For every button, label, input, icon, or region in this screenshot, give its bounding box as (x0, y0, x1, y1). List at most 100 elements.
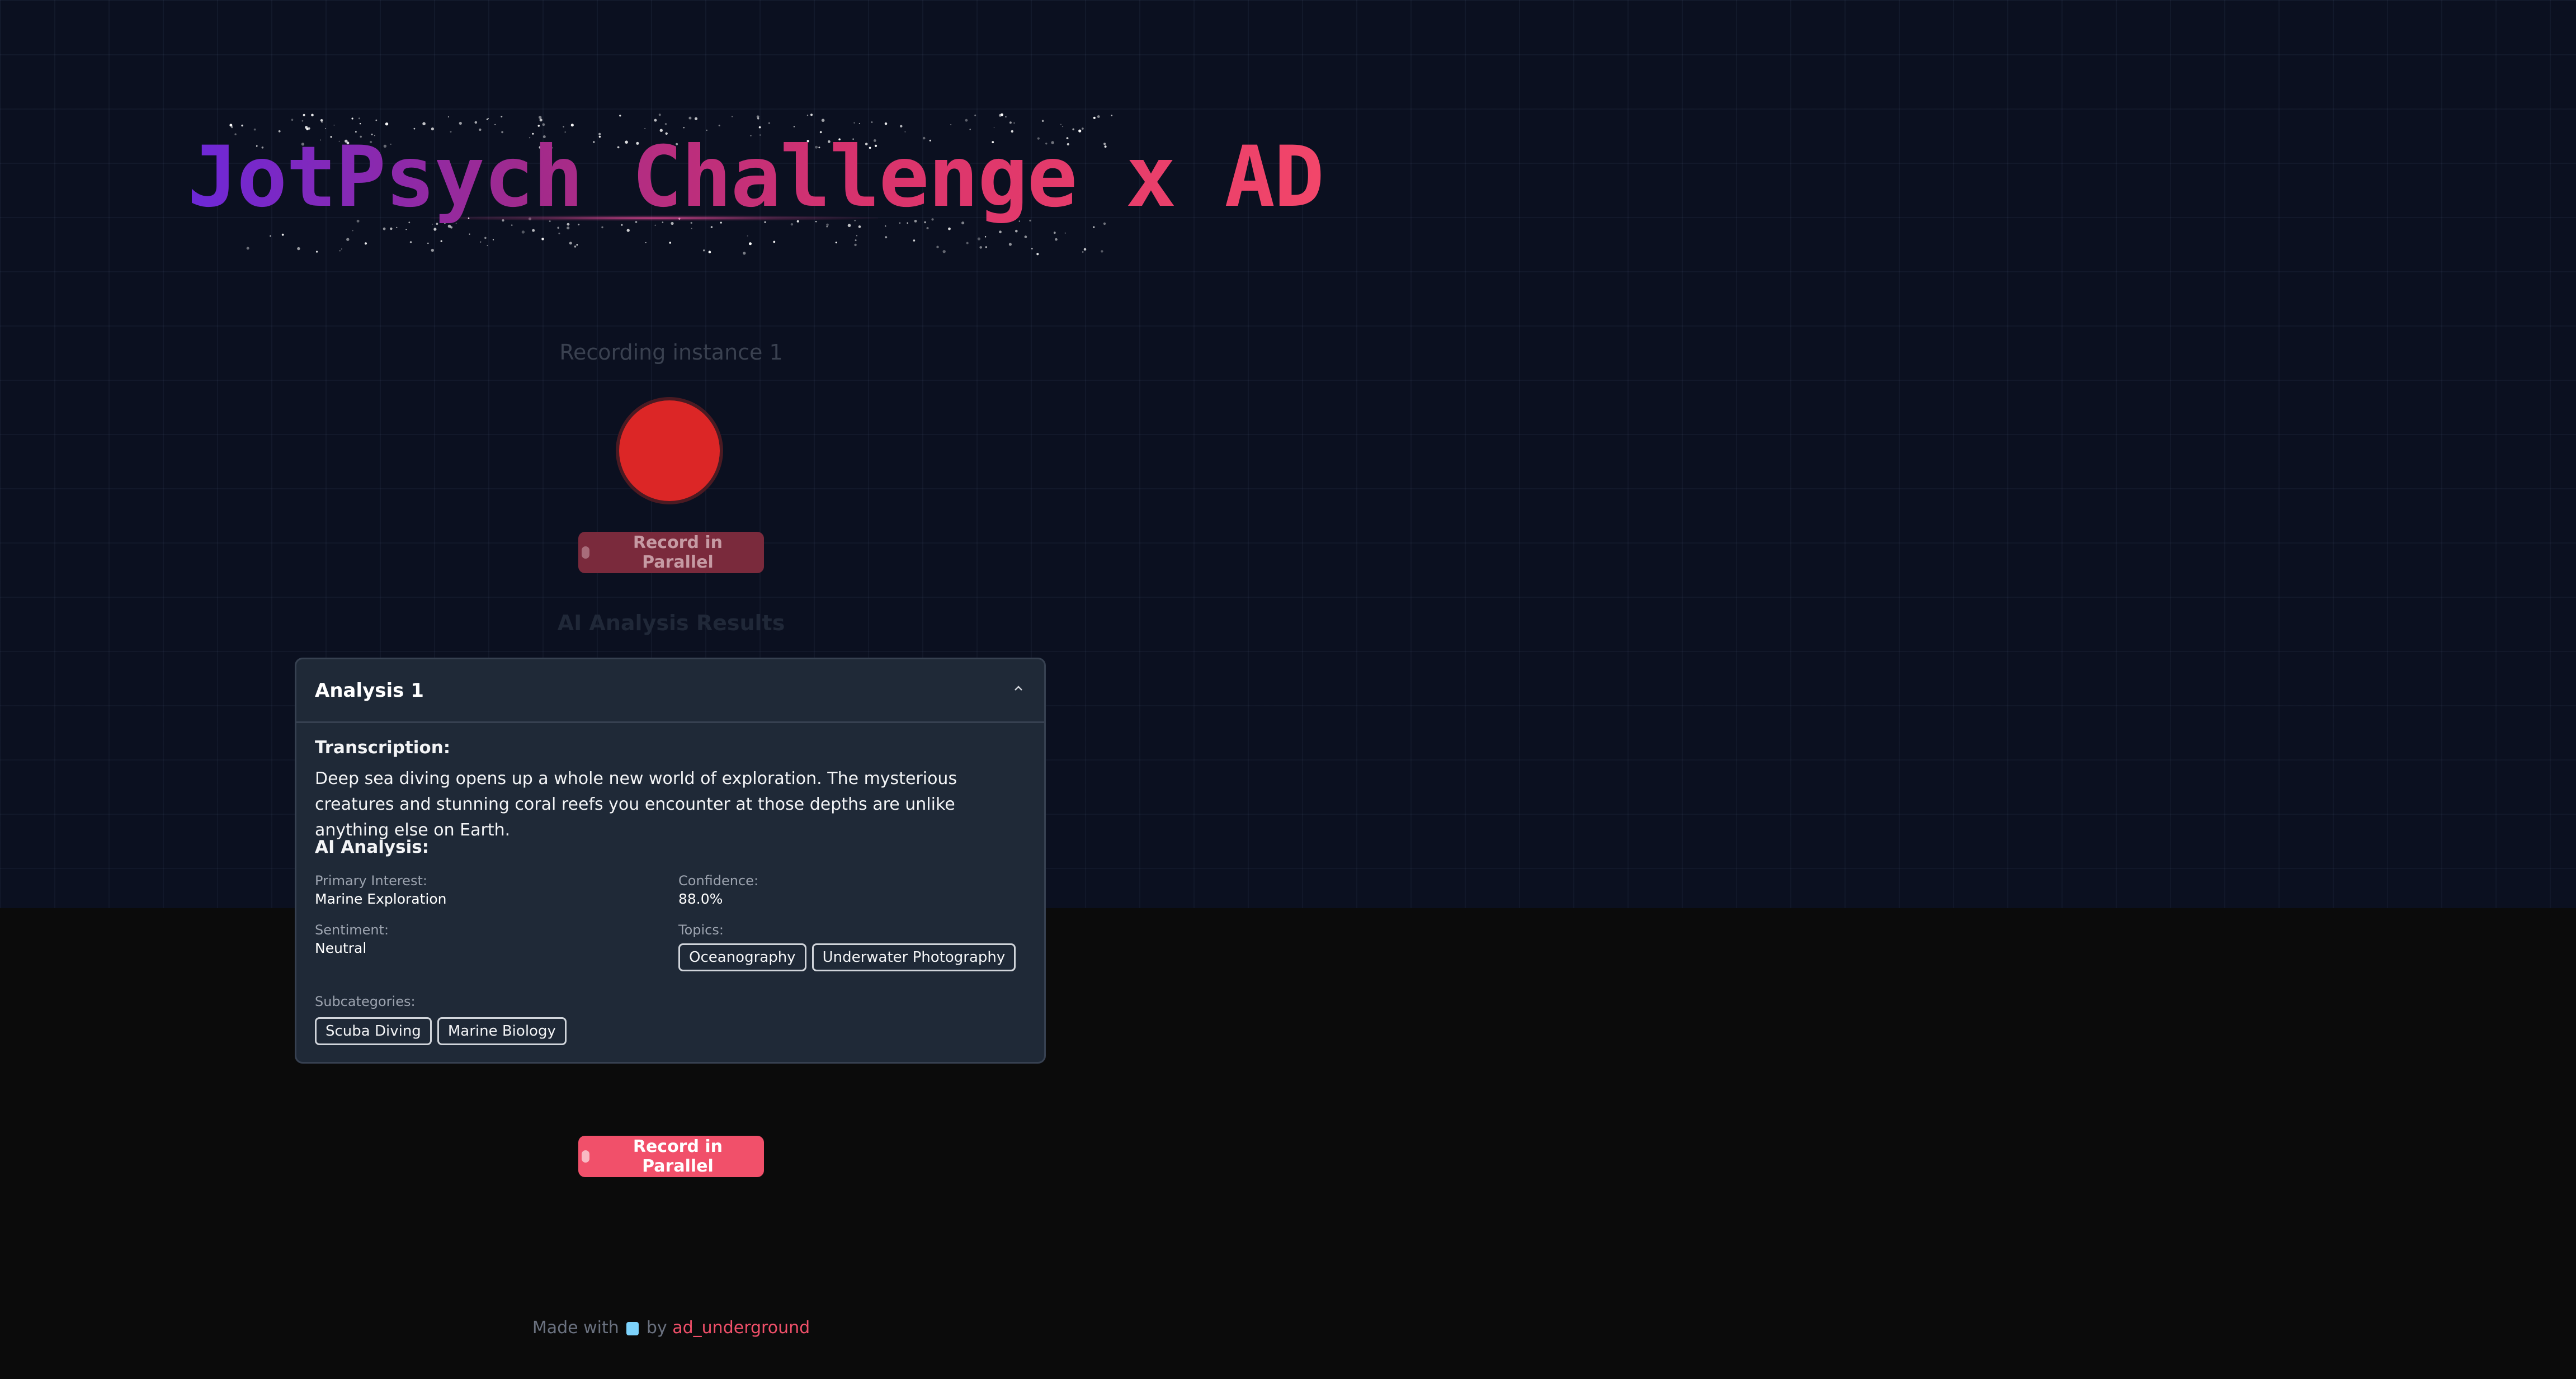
sparkle (669, 242, 671, 244)
sparkle (835, 242, 837, 244)
sparkle (270, 235, 271, 237)
sparkle (291, 119, 294, 121)
sparkle (984, 236, 987, 238)
results-heading: AI Analysis Results (557, 611, 785, 635)
sparkle (710, 226, 713, 228)
sparkle (856, 235, 857, 237)
page-title: JotPsych Challenge x AD (187, 129, 1324, 226)
sparkle (396, 226, 398, 228)
sparkle (385, 122, 389, 126)
sparkle (885, 236, 888, 239)
sparkle (576, 244, 578, 246)
record-circle-button[interactable] (619, 400, 720, 501)
sentiment-label: Sentiment: (315, 922, 389, 938)
topic-tag: Underwater Photography (812, 943, 1016, 971)
sparkle (352, 230, 353, 232)
sparkle (241, 124, 243, 127)
sparkle (965, 119, 968, 122)
sparkle (821, 119, 825, 122)
sparkle (333, 124, 335, 126)
sparkle (569, 242, 572, 245)
sparkle (936, 245, 939, 248)
primary-interest-value: Marine Exploration (315, 891, 447, 907)
sparkle (492, 239, 494, 240)
microphone-icon (582, 1150, 589, 1163)
subcategories-tags: Scuba Diving Marine Biology (315, 1017, 567, 1045)
sparkle (645, 242, 647, 243)
sparkle (246, 247, 249, 250)
sparkle (619, 115, 621, 117)
sparkle (900, 125, 903, 127)
footer-author-link[interactable]: ad_underground (672, 1318, 810, 1338)
sparkle (654, 119, 657, 122)
sparkle (364, 242, 367, 245)
transcription-label: Transcription: (315, 738, 451, 758)
sparkle (758, 126, 761, 129)
analysis-title: Analysis 1 (315, 679, 424, 702)
sparkle (688, 116, 692, 120)
sparkle (810, 114, 813, 116)
analysis-card: Analysis 1 Transcription: Deep sea divin… (295, 658, 1046, 1064)
sparkle (1093, 226, 1095, 228)
sparkle (985, 246, 987, 248)
recording-instance-label: Recording instance 1 (559, 340, 783, 365)
subcategories-label: Subcategories: (315, 994, 416, 1009)
confidence-value: 88.0% (678, 891, 723, 907)
topics-label: Topics: (678, 922, 724, 938)
sparkle (1097, 115, 1100, 118)
sentiment-value: Neutral (315, 940, 367, 956)
sparkle (773, 240, 776, 243)
chevron-up-icon[interactable] (1014, 684, 1023, 693)
sparkle (601, 226, 603, 229)
sparkle (793, 126, 795, 127)
sparkle (664, 123, 667, 125)
sparkle (316, 251, 318, 253)
sparkle (1082, 251, 1084, 253)
sparkle (806, 114, 809, 116)
sparkle (977, 237, 980, 240)
sparkle (484, 237, 487, 239)
sparkle (853, 122, 855, 124)
transcription-text: Deep sea diving opens up a whole new wor… (315, 769, 957, 840)
sparkle (718, 124, 720, 126)
sparkle (1062, 126, 1064, 127)
sparkle (749, 242, 752, 245)
sparkle (303, 114, 305, 116)
sparkle (537, 125, 540, 127)
record-in-parallel-button-disabled[interactable]: Record in Parallel (578, 532, 764, 573)
sparkle (383, 227, 386, 230)
ai-analysis-label: AI Analysis: (315, 837, 430, 857)
sparkle (539, 119, 542, 122)
sparkle (459, 121, 462, 125)
record-in-parallel-label: Record in Parallel (633, 1137, 723, 1176)
subcategory-tag: Scuba Diving (315, 1017, 432, 1045)
sparkle (1005, 116, 1007, 117)
sparkle (1083, 248, 1087, 251)
subcategory-tag: Marine Biology (437, 1017, 567, 1045)
sparkle (563, 126, 564, 127)
sparkle (433, 228, 437, 231)
record-in-parallel-button[interactable]: Record in Parallel (578, 1136, 764, 1177)
sparkle (658, 114, 661, 116)
sparkle (301, 120, 304, 122)
sparkle (1024, 235, 1027, 238)
sparkle (974, 114, 976, 116)
analysis-card-header[interactable]: Analysis 1 (296, 659, 1044, 723)
sparkle (351, 117, 353, 120)
sparkle (375, 119, 378, 121)
sparkle (993, 127, 995, 129)
sparkle (541, 238, 544, 240)
microphone-icon (582, 546, 589, 559)
sparkle (858, 122, 860, 124)
footer-by: by (646, 1318, 667, 1338)
sparkle (422, 122, 426, 125)
sparkle (532, 229, 535, 232)
sparkle (731, 116, 733, 117)
sparkle (1101, 250, 1103, 253)
sparkle (427, 242, 429, 244)
sparkle (948, 227, 951, 230)
sparkle (979, 246, 982, 249)
sparkle (440, 240, 442, 242)
sparkle (1009, 121, 1012, 124)
sparkle (346, 238, 350, 241)
